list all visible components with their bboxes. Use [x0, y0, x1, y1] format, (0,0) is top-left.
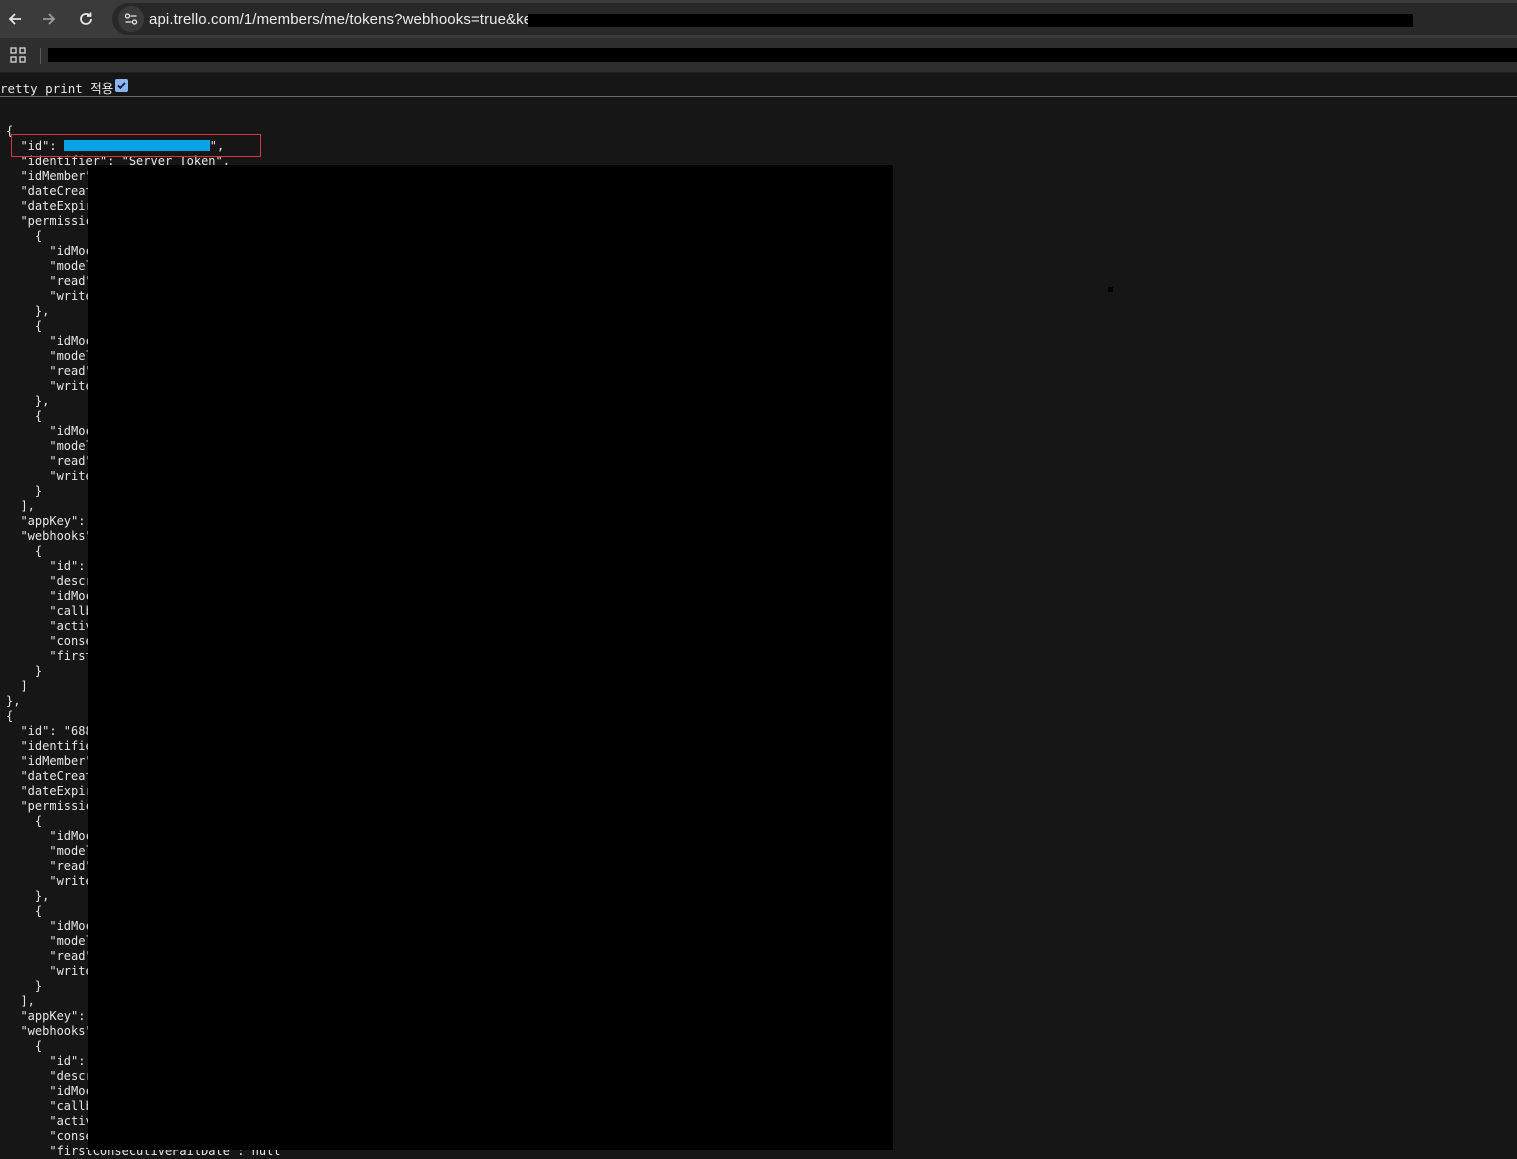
- json-line-text: "callb: [6, 604, 93, 618]
- checkmark-icon: [117, 82, 126, 90]
- json-line-text: "id":: [6, 559, 86, 573]
- json-line-text: "read": [6, 949, 93, 963]
- json-line-text: "conse: [6, 634, 93, 648]
- json-line-text: "idMember": [6, 169, 93, 183]
- json-line-text: },: [6, 889, 50, 903]
- json-line-text: {: [6, 319, 43, 333]
- json-line-text: "permissic: [6, 214, 93, 228]
- json-line-text: "write: [6, 379, 93, 393]
- json-line-text: "write: [6, 289, 93, 303]
- json-line-text: "model: [6, 844, 93, 858]
- json-line-text: ]: [6, 679, 28, 693]
- json-line-text: }: [6, 484, 43, 498]
- json-line-text: },: [6, 694, 21, 708]
- json-line-text: "write: [6, 964, 93, 978]
- json-line-text: "idMoc: [6, 334, 93, 348]
- json-line-text: "model: [6, 439, 93, 453]
- stray-mark: [1108, 287, 1113, 292]
- json-line-text: "descr: [6, 574, 93, 588]
- json-line-text: "permissic: [6, 799, 93, 813]
- json-line-text: },: [6, 304, 50, 318]
- json-line-text: },: [6, 394, 50, 408]
- json-line-text: "first: [6, 649, 93, 663]
- pretty-print-checkbox[interactable]: [115, 79, 128, 92]
- json-line-text: "idMoc: [6, 919, 93, 933]
- bookmarks-redaction: [48, 48, 1517, 62]
- back-arrow-icon[interactable]: [2, 6, 28, 32]
- json-line-text: ],: [6, 499, 35, 513]
- json-line-text: "read": [6, 364, 93, 378]
- json-line-text: "idMoc: [6, 244, 93, 258]
- json-line-text: "activ: [6, 619, 93, 633]
- json-line-text: {: [6, 814, 43, 828]
- bookmarks-separator: [40, 48, 41, 64]
- json-line-text: {: [6, 904, 43, 918]
- forward-arrow-icon[interactable]: [36, 6, 62, 32]
- json-line-text: "id": "688: [6, 724, 93, 738]
- id-highlight-box: [11, 134, 261, 157]
- json-line-text: "dateExpir: [6, 199, 93, 213]
- json-line-text: "model: [6, 259, 93, 273]
- json-line-text: "dateCreat: [6, 184, 93, 198]
- json-line-text: }: [6, 979, 43, 993]
- json-line-text: "read": [6, 454, 93, 468]
- json-line-text: "appKey":: [6, 514, 86, 528]
- json-line-text: "idMoc: [6, 829, 93, 843]
- site-info-icon[interactable]: [118, 6, 144, 32]
- json-line-text: "id":: [6, 1054, 86, 1068]
- json-line-text: "descr: [6, 1069, 93, 1083]
- json-line-text: "activ: [6, 1114, 93, 1128]
- address-bar[interactable]: api.trello.com/1/members/me/tokens?webho…: [112, 3, 1517, 35]
- json-line-text: "idMember": [6, 754, 93, 768]
- json-line-text: "dateCreat: [6, 769, 93, 783]
- browser-toolbar: api.trello.com/1/members/me/tokens?webho…: [0, 0, 1517, 38]
- json-line-text: "model: [6, 349, 93, 363]
- pretty-print-bar: retty print 적용: [0, 73, 1517, 97]
- json-line-text: {: [6, 544, 43, 558]
- json-line-text: "read": [6, 859, 93, 873]
- json-line-text: "idMoc: [6, 589, 93, 603]
- json-line-text: "model: [6, 934, 93, 948]
- json-line-text: {: [6, 1039, 43, 1053]
- json-line-text: "read": [6, 274, 93, 288]
- json-line-text: {: [6, 409, 43, 423]
- json-redaction: [88, 165, 893, 1150]
- json-line-text: "webhooks": [6, 529, 93, 543]
- json-line-text: "conse: [6, 1129, 93, 1143]
- json-line-text: "write: [6, 874, 93, 888]
- url-redaction: [528, 14, 1413, 27]
- json-line-text: "idMoc: [6, 424, 93, 438]
- json-line-text: "dateExpir: [6, 784, 93, 798]
- json-line-text: ],: [6, 994, 35, 1008]
- json-line-text: "webhooks": [6, 1024, 93, 1038]
- json-line-text: }: [6, 664, 43, 678]
- json-line-text: {: [6, 229, 43, 243]
- json-line-text: "idMoc: [6, 1084, 93, 1098]
- url-text[interactable]: api.trello.com/1/members/me/tokens?webho…: [149, 11, 549, 28]
- apps-grid-icon[interactable]: [10, 47, 26, 68]
- bookmarks-bar: [0, 38, 1517, 73]
- json-line-text: "callb: [6, 1099, 93, 1113]
- pretty-print-label: retty print 적용: [0, 81, 114, 96]
- json-line-text: "appKey":: [6, 1009, 86, 1023]
- reload-icon[interactable]: [73, 6, 99, 32]
- json-line-text: "write: [6, 469, 93, 483]
- json-line-text: "identifie: [6, 739, 93, 753]
- json-line-text: {: [6, 709, 14, 723]
